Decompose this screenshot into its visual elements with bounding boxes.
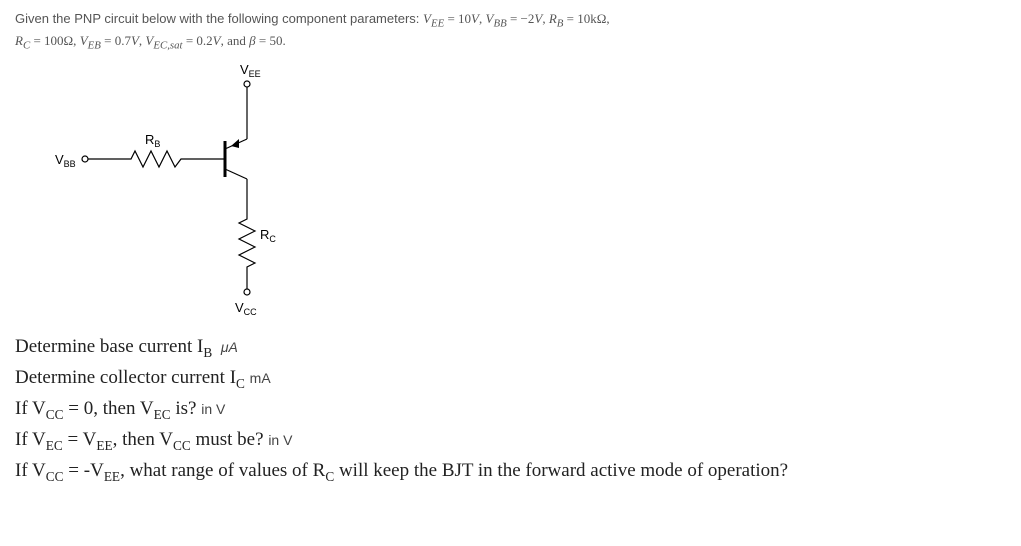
question-5: If VCC = -VEE, what range of values of R…: [15, 456, 1006, 487]
q4-unit: in V: [268, 432, 292, 448]
problem-statement: Given the PNP circuit below with the fol…: [15, 10, 1006, 54]
question-2: Determine collector current IC mA: [15, 363, 1006, 394]
vcc-label: VCC: [235, 300, 257, 317]
problem-intro: Given the PNP circuit below with the fol…: [15, 11, 423, 26]
q2-unit: mA: [250, 370, 271, 386]
params-2: RC = 100Ω, VEB = 0.7V, VEC,sat = 0.2V, a…: [15, 33, 286, 48]
q3-unit: in V: [201, 401, 225, 417]
question-1: Determine base current IB μA: [15, 332, 1006, 363]
questions-block: Determine base current IB μA Determine c…: [15, 332, 1006, 487]
params-1: VEE = 10V, VBB = −2V, RB = 10kΩ,: [423, 11, 610, 26]
vee-label: VEE: [240, 62, 261, 79]
vbb-label: VBB: [55, 152, 76, 169]
question-3: If VCC = 0, then VEC is? in V: [15, 394, 1006, 425]
question-4: If VEC = VEE, then VCC must be? in V: [15, 425, 1006, 456]
rc-label: RC: [260, 227, 276, 244]
circuit-diagram: VEE VBB RB RC VCC: [55, 59, 1006, 322]
rb-label: RB: [145, 132, 160, 149]
q1-unit: μA: [217, 339, 238, 355]
